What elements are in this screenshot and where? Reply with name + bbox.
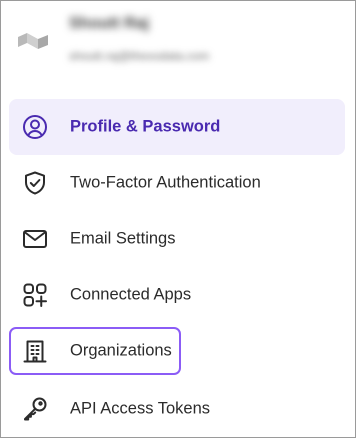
envelope-icon — [21, 225, 49, 253]
brand-logo-icon — [17, 31, 49, 55]
menu-item-label: Organizations — [70, 341, 172, 360]
menu-item-label: Email Settings — [70, 229, 176, 248]
building-icon — [21, 337, 49, 365]
menu-item-label: API Access Tokens — [70, 399, 211, 418]
shield-check-icon — [21, 169, 49, 197]
menu-item-label: Connected Apps — [70, 285, 192, 304]
account-email: shoutt.raj@thexodata.com — [69, 49, 210, 63]
menu-item-api-access-tokens[interactable]: API Access Tokens — [9, 381, 345, 437]
menu-item-two-factor[interactable]: Two-Factor Authentication — [9, 155, 345, 211]
apps-plus-icon — [21, 281, 49, 309]
account-name: Shoutt Raj — [69, 15, 149, 32]
menu-item-email-settings[interactable]: Email Settings — [9, 211, 345, 267]
settings-panel: Shoutt Raj shoutt.raj@thexodata.com Prof… — [0, 0, 356, 438]
menu-item-label: Two-Factor Authentication — [70, 173, 261, 192]
menu-item-connected-apps[interactable]: Connected Apps — [9, 267, 345, 323]
menu-item-organizations[interactable]: Organizations — [9, 327, 181, 375]
menu-item-profile-password[interactable]: Profile & Password — [9, 99, 345, 155]
account-header: Shoutt Raj shoutt.raj@thexodata.com — [1, 1, 355, 83]
key-icon — [21, 395, 49, 423]
user-circle-icon — [21, 113, 49, 141]
menu-item-label: Profile & Password — [70, 117, 221, 136]
